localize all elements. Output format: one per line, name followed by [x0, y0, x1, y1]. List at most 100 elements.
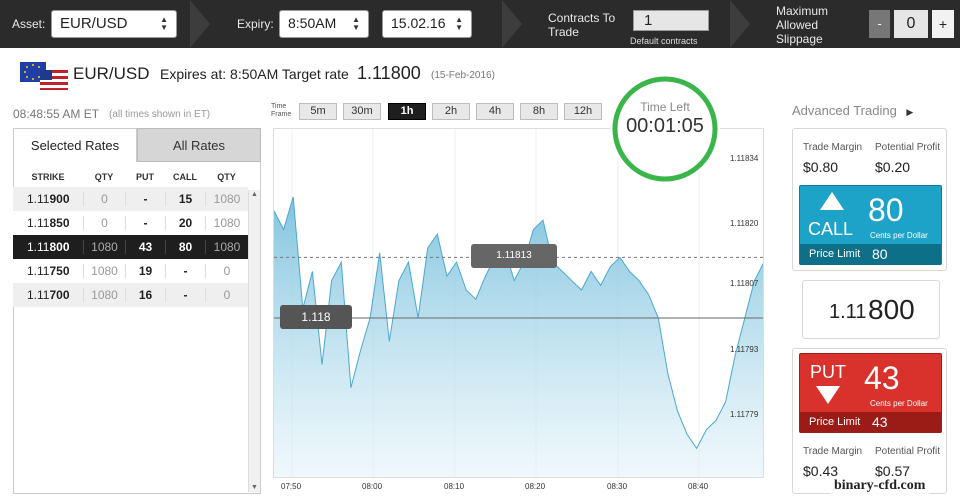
col-strike-header: STRIKE	[31, 172, 65, 182]
call-limit-label: Price Limit	[809, 248, 861, 260]
expiry-date-select[interactable]: 15.02.16 ▲ ▼	[382, 10, 472, 38]
scroll-down-icon[interactable]: ▼	[251, 484, 258, 491]
tab-all-rates[interactable]: All Rates	[137, 128, 261, 162]
strike-cell: 1.11800	[13, 240, 83, 254]
strike-prefix: 1.11	[27, 288, 50, 302]
slippage-plus-button[interactable]: +	[932, 10, 954, 38]
y-tick-label: 1.11779	[730, 409, 759, 419]
call-profit-value: $0.20	[875, 159, 911, 175]
x-tick-label: 08:00	[362, 482, 383, 491]
strike-prefix: 1.11	[27, 216, 50, 230]
strike-suffix: 800	[49, 240, 70, 254]
qty1-cell: 0	[83, 216, 125, 230]
qty1-cell: 0	[83, 192, 125, 206]
expiry-time-select[interactable]: 8:50AM ▲ ▼	[279, 10, 369, 38]
expires-text: Expires at: 8:50AM Target rate	[160, 66, 349, 82]
timeframe-label-line2: Frame	[271, 111, 292, 118]
contracts-label-line1: Contracts To	[548, 11, 616, 25]
call-cell: 20	[165, 216, 205, 230]
timeframe-8h-button[interactable]: 8h	[520, 103, 558, 120]
strike-suffix: 750	[49, 264, 70, 278]
call-cell: -	[165, 264, 205, 278]
advanced-trading-link[interactable]: Advanced Trading ▶	[792, 103, 913, 118]
target-rate-tag: 1.118	[280, 304, 352, 329]
contracts-label: Contracts To Trade	[548, 11, 615, 39]
put-price: 43	[864, 360, 900, 396]
put-cell: 43	[125, 240, 165, 254]
put-cell: -	[125, 216, 165, 230]
timeframe-label: Time Frame	[271, 103, 291, 119]
call-price: 80	[868, 192, 904, 228]
strike-suffix: 850	[49, 216, 70, 230]
slippage-label-line1: Maximum	[776, 4, 829, 18]
put-panel: PUT 43 Cents per Dollar Price Limit 43 T…	[792, 348, 947, 494]
y-tick-label: 1.11834	[730, 153, 759, 163]
rate-display: 1.11 800	[802, 280, 940, 339]
put-profit-label: Potential Profit	[875, 446, 941, 457]
x-tick-label: 08:40	[688, 482, 709, 491]
table-row[interactable]: 1.11900 0-15 1080	[13, 187, 248, 211]
col-qty-header: QTY	[217, 172, 236, 182]
advanced-trading-label: Advanced Trading	[792, 103, 897, 118]
timeframe-1h-button[interactable]: 1h	[388, 103, 426, 120]
put-cents-label: Cents per Dollar	[870, 399, 928, 408]
scroll-up-icon[interactable]: ▲	[251, 191, 258, 198]
call-margin-label: Trade Margin	[803, 142, 863, 153]
qty2-cell: 0	[205, 264, 248, 278]
top-toolbar: Asset: EUR/USD ▲ ▼ Expiry: 8:50AM ▲ ▼ 15.0…	[0, 0, 960, 48]
arrow-up-icon	[820, 192, 844, 210]
slippage-label: Maximum Allowed Slippage	[776, 4, 828, 46]
col-call-header: CALL	[173, 172, 197, 182]
put-button[interactable]: PUT 43 Cents per Dollar Price Limit 43	[799, 353, 942, 433]
time-left-timer: Time Left 00:01:05	[610, 74, 720, 184]
table-row[interactable]: 1.11800 1080 43 80 1080	[13, 235, 248, 259]
col-put-header: PUT	[136, 172, 154, 182]
timeframe-5m-button[interactable]: 5m	[299, 103, 337, 120]
strike-cell: 1.11900	[13, 192, 83, 206]
call-cell: 15	[165, 192, 205, 206]
slippage-minus-button[interactable]: -	[869, 10, 890, 38]
arrow-down-icon	[816, 386, 840, 404]
table-row[interactable]: 1.11750 1080 19-0	[13, 259, 248, 283]
asset-label: Asset:	[12, 17, 46, 31]
put-cell: 19	[125, 264, 165, 278]
put-limit-value: 43	[872, 414, 888, 430]
current-rate-tag: 1.11813	[471, 244, 557, 269]
x-tick-label: 08:30	[607, 482, 628, 491]
timeframe-2h-button[interactable]: 2h	[432, 103, 470, 120]
table-scrollbar[interactable]: ▲ ▼	[248, 190, 260, 492]
put-cell: 16	[125, 288, 165, 302]
time-left-value: 00:01:05	[626, 115, 704, 137]
timeframe-30m-button[interactable]: 30m	[343, 103, 381, 120]
table-row[interactable]: 1.11850 0-20 1080	[13, 211, 248, 235]
watermark: binary-cfd.com	[830, 478, 930, 494]
strike-prefix: 1.11	[27, 192, 50, 206]
slippage-label-line2: Allowed	[776, 18, 819, 32]
contracts-input[interactable]: 1	[633, 10, 709, 31]
slippage-value[interactable]: 0	[894, 10, 928, 38]
expiry-label: Expiry:	[237, 17, 274, 31]
tab-selected-rates[interactable]: Selected Rates	[13, 128, 137, 162]
call-panel: Trade Margin Potential Profit $0.80 $0.2…	[792, 128, 947, 271]
timeframe-4h-button[interactable]: 4h	[476, 103, 514, 120]
put-limit-label: Price Limit	[809, 416, 861, 428]
call-price-limit: Price Limit 80	[800, 244, 941, 265]
dropdown-arrows-icon: ▲ ▼	[455, 15, 463, 32]
dropdown-arrows-icon: ▲ ▼	[352, 15, 360, 32]
divider-chevron	[190, 0, 210, 48]
chevron-right-icon: ▶	[906, 107, 914, 117]
y-tick-label: 1.11820	[730, 218, 759, 228]
default-contracts-label: Default contracts	[630, 36, 698, 46]
table-row[interactable]: 1.11700 1080 16-0	[13, 283, 248, 307]
qty1-cell: 1080	[83, 264, 125, 278]
expiry-time-value: 8:50AM	[288, 15, 337, 31]
timeframe-12h-button[interactable]: 12h	[564, 103, 602, 120]
call-button[interactable]: CALL 80 Cents per Dollar Price Limit 80	[799, 185, 942, 265]
qty2-cell: 1080	[205, 216, 248, 230]
strike-cell: 1.11850	[13, 216, 83, 230]
strike-suffix: 900	[49, 192, 70, 206]
strike-prefix: 1.11	[27, 264, 50, 278]
rate-prefix: 1.11	[829, 301, 867, 323]
strike-prefix: 1.11	[27, 240, 50, 254]
asset-select[interactable]: EUR/USD ▲ ▼	[51, 10, 177, 38]
